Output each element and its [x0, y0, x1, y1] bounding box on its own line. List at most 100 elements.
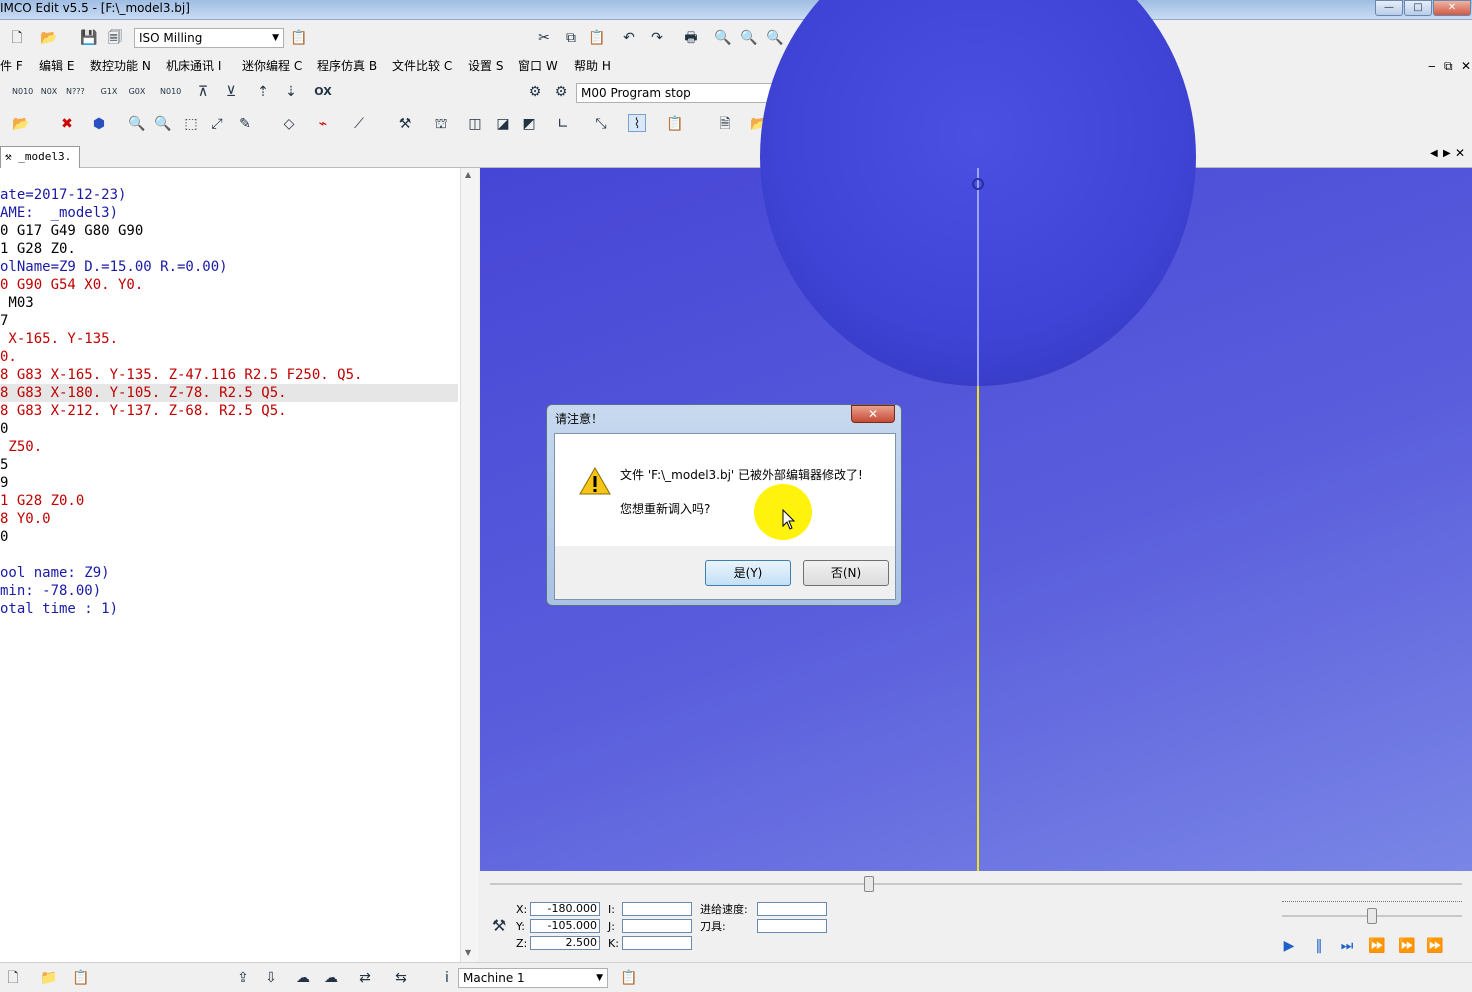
menu-machine-comm[interactable]: 机床通讯 I: [166, 56, 221, 76]
move-up-icon[interactable]: ⇡: [254, 83, 272, 101]
minimize-button[interactable]: —: [1375, 0, 1403, 16]
code-line[interactable]: AME: _model3): [0, 204, 458, 222]
menu-mini-programming[interactable]: 迷你编程 C: [242, 56, 302, 76]
info-icon[interactable]: i: [438, 969, 456, 987]
code-line[interactable]: 0 G17 G49 G80 G90: [0, 222, 458, 240]
replace-icon[interactable]: 🔍: [766, 29, 784, 47]
zoom-in-icon[interactable]: 🔍: [128, 115, 146, 133]
redo-icon[interactable]: ↷: [648, 29, 666, 47]
remove-spaces-icon[interactable]: G0X: [128, 83, 146, 101]
yes-button[interactable]: 是(Y): [705, 560, 791, 586]
line-icon[interactable]: ⟋: [350, 115, 368, 133]
save-icon[interactable]: 💾: [80, 29, 98, 47]
code-line[interactable]: 5: [0, 456, 458, 474]
cut-icon[interactable]: ✂: [535, 29, 553, 47]
find-next-icon[interactable]: 🔍: [740, 29, 758, 47]
mdi-minimize-button[interactable]: ‒: [1428, 56, 1436, 76]
tab-scroll-right-icon[interactable]: ▶: [1443, 148, 1451, 159]
simulation-slider-thumb[interactable]: [864, 876, 875, 892]
menu-settings[interactable]: 设置 S: [468, 56, 503, 76]
zoom-window-icon[interactable]: ⬚: [182, 115, 200, 133]
code-line[interactable]: 1 G28 Z0.0: [0, 492, 458, 510]
transfer-icon[interactable]: ☁: [322, 969, 340, 987]
axis-icon[interactable]: ∟: [554, 115, 572, 133]
machine-select[interactable]: Machine 1 ▼: [458, 968, 608, 988]
find-icon[interactable]: 🔍: [714, 29, 732, 47]
tool-icon[interactable]: ⚒: [396, 115, 414, 133]
code-line[interactable]: ate=2017-12-23): [0, 186, 458, 204]
code-line[interactable]: [0, 546, 458, 564]
code-line[interactable]: M03: [0, 294, 458, 312]
receive-icon[interactable]: ⇩: [262, 969, 280, 987]
scroll-up-icon[interactable]: ▲: [465, 170, 471, 179]
step-x-icon[interactable]: ⏩: [1368, 937, 1386, 955]
mdi-close-button[interactable]: ✕: [1461, 56, 1471, 76]
remove-block-icon[interactable]: ⊻: [222, 83, 240, 101]
paste-icon[interactable]: 📋: [588, 29, 606, 47]
remove-numbers-icon[interactable]: N0X: [40, 83, 58, 101]
menu-window[interactable]: 窗口 W: [518, 56, 558, 76]
code-line[interactable]: 7: [0, 312, 458, 330]
eraser-icon[interactable]: ◇: [280, 115, 298, 133]
code-line[interactable]: 8 G83 X-212. Y-137. Z-68. R2.5 Q5.: [0, 402, 458, 420]
post-processor-select[interactable]: ISO Milling ▼: [134, 28, 284, 48]
dialog-close-button[interactable]: ✕: [851, 405, 895, 423]
connect-icon[interactable]: ⇄: [356, 969, 374, 987]
properties-icon[interactable]: 📋: [72, 969, 90, 987]
code-line[interactable]: 9: [0, 474, 458, 492]
undo-icon[interactable]: ↶: [620, 29, 638, 47]
properties-icon[interactable]: 📋: [290, 29, 308, 47]
close-button[interactable]: ✕: [1433, 0, 1471, 16]
code-line[interactable]: 0: [0, 420, 458, 438]
document-icon[interactable]: 🗎: [716, 115, 734, 133]
play-icon[interactable]: ▶: [1280, 937, 1298, 955]
step-icon[interactable]: ⏭: [1338, 937, 1356, 955]
code-line[interactable]: 8 G83 X-165. Y-135. Z-47.116 R2.5 F250. …: [0, 366, 458, 384]
menu-help[interactable]: 帮助 H: [574, 56, 611, 76]
nc-code-editor[interactable]: ate=2017-12-23) AME: _model3) 0 G17 G49 G8…: [0, 168, 460, 962]
new-file-icon[interactable]: 🗋: [8, 29, 26, 47]
speed-slider-thumb[interactable]: [1367, 908, 1377, 924]
code-line[interactable]: X-165. Y-135.: [0, 330, 458, 348]
code-line[interactable]: ool name: Z9): [0, 564, 458, 582]
settings-gear-icon[interactable]: ⚙: [552, 83, 570, 101]
code-line[interactable]: 0 G90 G54 X0. Y0.: [0, 276, 458, 294]
code-line[interactable]: olName=Z9 D.=15.00 R.=0.00): [0, 258, 458, 276]
menu-file[interactable]: 件 F: [0, 56, 23, 76]
fixture-icon[interactable]: ⛫: [432, 115, 450, 133]
upload-icon[interactable]: ☁: [294, 969, 312, 987]
toolpath-toggle-icon[interactable]: ⌇: [628, 114, 646, 132]
menu-edit[interactable]: 编辑 E: [39, 56, 74, 76]
file-new-icon[interactable]: 🗋: [4, 969, 22, 987]
open-folder-icon[interactable]: 📂: [40, 29, 58, 47]
folder-icon[interactable]: 📁: [40, 969, 58, 987]
no-button[interactable]: 否(N): [803, 560, 889, 586]
report-icon[interactable]: 📋: [666, 115, 684, 133]
front-view-icon[interactable]: ◫: [466, 115, 484, 133]
menu-nc-functions[interactable]: 数控功能 N: [90, 56, 151, 76]
simulation-slider[interactable]: [490, 883, 1462, 885]
save-all-icon[interactable]: 🗐: [106, 29, 124, 47]
code-line[interactable]: Z50.: [0, 438, 458, 456]
code-line[interactable]: 0: [0, 528, 458, 546]
code-line[interactable]: 1 G28 Z0.: [0, 240, 458, 258]
menu-file-compare[interactable]: 文件比较 C: [392, 56, 452, 76]
machine-properties-icon[interactable]: 📋: [620, 969, 638, 987]
code-line[interactable]: 8 G83 X-180. Y-105. Z-78. R2.5 Q5.: [0, 384, 458, 402]
renumber-icon[interactable]: N010: [12, 83, 33, 101]
path-icon[interactable]: ⌁: [314, 115, 332, 133]
editor-scrollbar[interactable]: ▲ ▼: [460, 168, 478, 962]
tab-close-icon[interactable]: ✕: [1455, 146, 1465, 160]
macro-icon[interactable]: ⚙: [526, 83, 544, 101]
copy-icon[interactable]: ⧉: [562, 29, 580, 47]
side-view-icon[interactable]: ◪: [494, 115, 512, 133]
insert-block-icon[interactable]: ⊼: [194, 83, 212, 101]
maximize-button[interactable]: □: [1404, 0, 1432, 16]
menu-simulation[interactable]: 程序仿真 B: [317, 56, 377, 76]
format-code-icon[interactable]: G1X: [100, 83, 118, 101]
pause-icon[interactable]: ‖: [1310, 937, 1328, 955]
step-z-icon[interactable]: ⏩: [1398, 937, 1416, 955]
zoom-out-icon[interactable]: 🔍: [154, 115, 172, 133]
transform-icon[interactable]: ⤡: [592, 115, 610, 133]
pan-icon[interactable]: ✎: [236, 115, 254, 133]
